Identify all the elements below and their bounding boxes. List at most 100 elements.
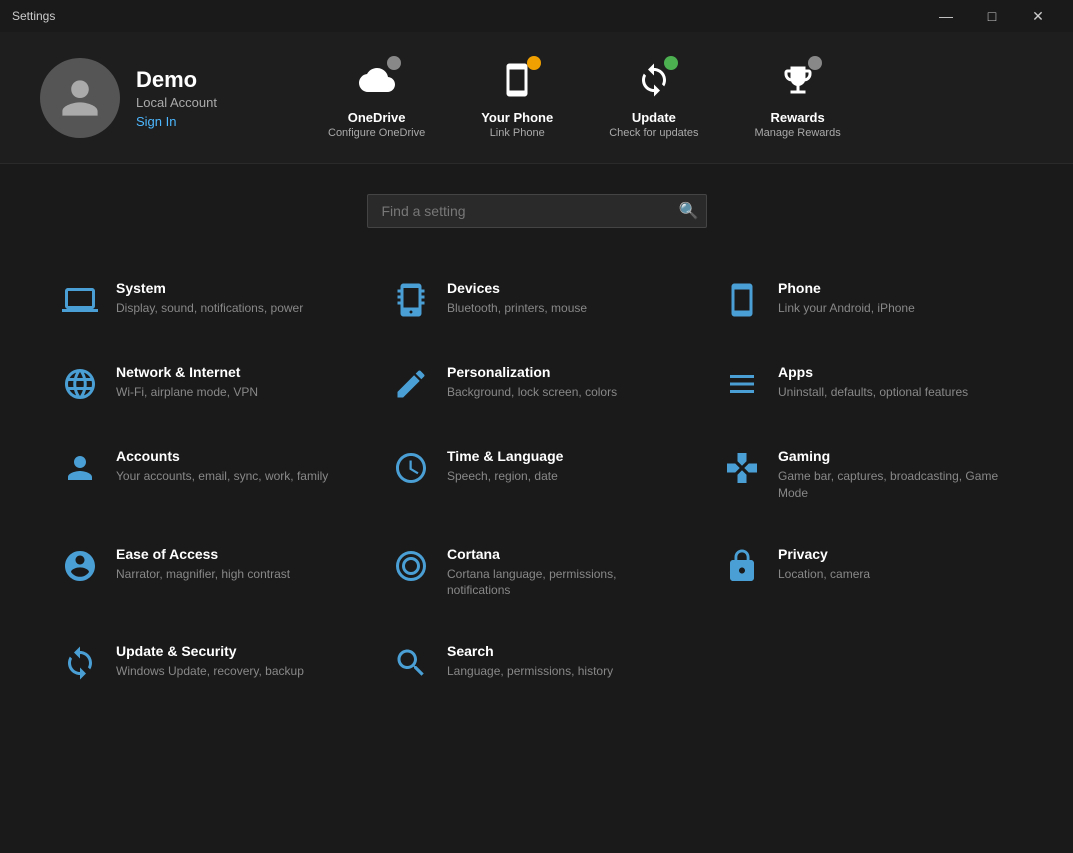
system-icon [60, 280, 100, 320]
gaming-desc: Game bar, captures, broadcasting, Game M… [778, 468, 1013, 502]
cortana-setting[interactable]: Cortana Cortana language, permissions, n… [371, 524, 702, 622]
personalization-desc: Background, lock screen, colors [447, 384, 617, 401]
onedrive-item[interactable]: OneDrive Configure OneDrive [300, 48, 453, 147]
search-setting[interactable]: Search Language, permissions, history [371, 621, 702, 705]
update-icon [630, 56, 678, 104]
ease-of-access-text: Ease of Access Narrator, magnifier, high… [116, 546, 290, 583]
search-button[interactable]: 🔍 [679, 201, 699, 221]
update-security-setting[interactable]: Update & Security Windows Update, recove… [40, 621, 371, 705]
ease-of-access-title: Ease of Access [116, 546, 290, 562]
ease-of-access-icon [60, 546, 100, 586]
rewards-icon [774, 56, 822, 104]
cortana-desc: Cortana language, permissions, notificat… [447, 566, 682, 600]
privacy-text: Privacy Location, camera [778, 546, 870, 583]
search-setting-icon [391, 643, 431, 683]
apps-desc: Uninstall, defaults, optional features [778, 384, 968, 401]
your-phone-title: Your Phone [481, 110, 553, 125]
phone-title: Phone [778, 280, 915, 296]
accounts-title: Accounts [116, 448, 328, 464]
search-input[interactable] [367, 194, 707, 228]
app-title: Settings [12, 9, 55, 23]
user-name: Demo [136, 67, 217, 93]
network-setting[interactable]: Network & Internet Wi-Fi, airplane mode,… [40, 342, 371, 426]
personalization-icon [391, 364, 431, 404]
your-phone-subtitle: Link Phone [490, 127, 545, 139]
rewards-item[interactable]: Rewards Manage Rewards [726, 48, 868, 147]
search-setting-text: Search Language, permissions, history [447, 643, 613, 680]
search-setting-desc: Language, permissions, history [447, 663, 613, 680]
network-icon [60, 364, 100, 404]
system-title: System [116, 280, 303, 296]
phone-icon [722, 280, 762, 320]
update-badge [664, 56, 678, 70]
rewards-title: Rewards [770, 110, 824, 125]
avatar [40, 58, 120, 138]
search-wrapper: 🔍 [367, 194, 707, 228]
gaming-text: Gaming Game bar, captures, broadcasting,… [778, 448, 1013, 502]
search-bar: 🔍 [40, 194, 1033, 228]
title-bar: Settings — □ ✕ [0, 0, 1073, 32]
devices-text: Devices Bluetooth, printers, mouse [447, 280, 587, 317]
maximize-button[interactable]: □ [969, 0, 1015, 32]
devices-title: Devices [447, 280, 587, 296]
minimize-button[interactable]: — [923, 0, 969, 32]
accounts-desc: Your accounts, email, sync, work, family [116, 468, 328, 485]
update-security-title: Update & Security [116, 643, 304, 659]
update-subtitle: Check for updates [609, 127, 698, 139]
ease-of-access-desc: Narrator, magnifier, high contrast [116, 566, 290, 583]
rewards-badge [808, 56, 822, 70]
your-phone-item[interactable]: Your Phone Link Phone [453, 48, 581, 147]
privacy-title: Privacy [778, 546, 870, 562]
close-button[interactable]: ✕ [1015, 0, 1061, 32]
user-info: Demo Local Account Sign In [136, 67, 217, 129]
accounts-icon [60, 448, 100, 488]
rewards-subtitle: Manage Rewards [754, 127, 840, 139]
window-controls: — □ ✕ [923, 0, 1061, 32]
privacy-setting[interactable]: Privacy Location, camera [702, 524, 1033, 622]
user-section: Demo Local Account Sign In [40, 58, 260, 138]
update-title: Update [632, 110, 676, 125]
onedrive-icon [353, 56, 401, 104]
sign-in-link[interactable]: Sign In [136, 114, 217, 129]
header-items: OneDrive Configure OneDrive Your Phone L… [300, 48, 1033, 147]
onedrive-title: OneDrive [348, 110, 406, 125]
cortana-text: Cortana Cortana language, permissions, n… [447, 546, 682, 600]
personalization-text: Personalization Background, lock screen,… [447, 364, 617, 401]
phone-desc: Link your Android, iPhone [778, 300, 915, 317]
time-language-icon [391, 448, 431, 488]
network-text: Network & Internet Wi-Fi, airplane mode,… [116, 364, 258, 401]
personalization-setting[interactable]: Personalization Background, lock screen,… [371, 342, 702, 426]
apps-text: Apps Uninstall, defaults, optional featu… [778, 364, 968, 401]
main-content: 🔍 System Display, sound, notifications, … [0, 164, 1073, 853]
gaming-title: Gaming [778, 448, 1013, 464]
privacy-desc: Location, camera [778, 566, 870, 583]
ease-of-access-setting[interactable]: Ease of Access Narrator, magnifier, high… [40, 524, 371, 622]
time-language-setting[interactable]: Time & Language Speech, region, date [371, 426, 702, 524]
your-phone-badge [527, 56, 541, 70]
accounts-setting[interactable]: Accounts Your accounts, email, sync, wor… [40, 426, 371, 524]
cortana-title: Cortana [447, 546, 682, 562]
devices-setting[interactable]: Devices Bluetooth, printers, mouse [371, 258, 702, 342]
phone-text: Phone Link your Android, iPhone [778, 280, 915, 317]
network-desc: Wi-Fi, airplane mode, VPN [116, 384, 258, 401]
system-setting[interactable]: System Display, sound, notifications, po… [40, 258, 371, 342]
system-desc: Display, sound, notifications, power [116, 300, 303, 317]
user-account: Local Account [136, 95, 217, 110]
personalization-title: Personalization [447, 364, 617, 380]
time-language-desc: Speech, region, date [447, 468, 563, 485]
cortana-icon [391, 546, 431, 586]
update-item[interactable]: Update Check for updates [581, 48, 726, 147]
gaming-setting[interactable]: Gaming Game bar, captures, broadcasting,… [702, 426, 1033, 524]
apps-setting[interactable]: Apps Uninstall, defaults, optional featu… [702, 342, 1033, 426]
accounts-text: Accounts Your accounts, email, sync, wor… [116, 448, 328, 485]
phone-setting[interactable]: Phone Link your Android, iPhone [702, 258, 1033, 342]
system-text: System Display, sound, notifications, po… [116, 280, 303, 317]
search-setting-title: Search [447, 643, 613, 659]
devices-icon [391, 280, 431, 320]
your-phone-icon [493, 56, 541, 104]
time-language-text: Time & Language Speech, region, date [447, 448, 563, 485]
apps-title: Apps [778, 364, 968, 380]
update-security-icon [60, 643, 100, 683]
apps-icon [722, 364, 762, 404]
onedrive-subtitle: Configure OneDrive [328, 127, 425, 139]
